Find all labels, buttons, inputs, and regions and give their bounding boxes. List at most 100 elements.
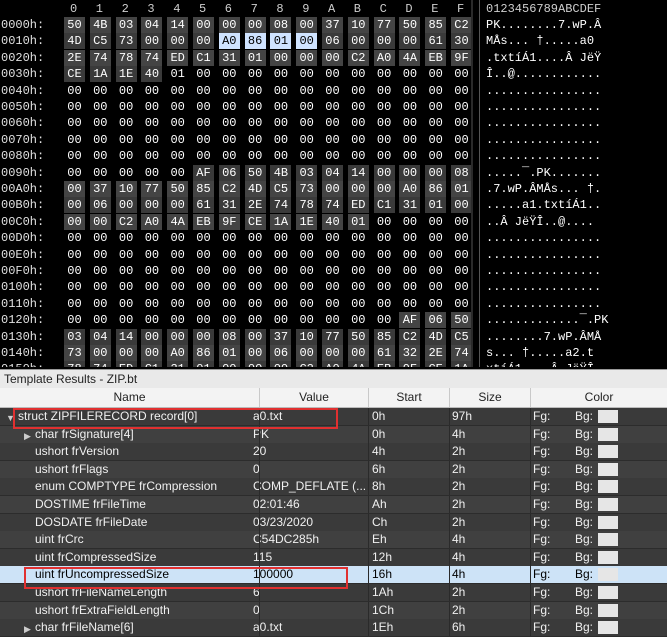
hex-byte[interactable]: 9F [451,49,472,66]
hex-row[interactable]: 0070h: 00 00 00 00 00 00 00 00 00 00 00 00 00 00 00 00..… [0,132,667,148]
hex-row[interactable]: 00D0h: 00 00 00 00 00 00 00 00 00 00 00 00 00 00 00 00..… [0,230,667,246]
hex-byte[interactable]: EB [193,213,214,230]
hex-byte[interactable]: 00 [399,132,420,148]
hex-byte[interactable]: 00 [115,197,137,214]
hex-byte[interactable]: 04 [89,328,111,345]
hex-byte[interactable]: 00 [193,296,214,312]
hex-byte[interactable]: 00 [219,247,240,263]
hex-byte[interactable]: 4D [244,181,266,197]
hex-byte[interactable]: 00 [322,230,343,246]
hex-byte[interactable]: 00 [167,247,188,263]
hex-byte[interactable]: 00 [373,181,395,197]
hex-byte[interactable]: 00 [399,83,420,99]
hex-row[interactable]: 0000h: 50 4B 03 04 14 00 00 00 08 00 37 10 77 50 85 C2 PK… [0,17,667,33]
template-struct-row[interactable]: ▼ struct ZIPFILERECORD record[0] a0.txt 0h 9… [0,408,667,426]
hex-byte[interactable]: 00 [193,312,214,328]
bg-color-swatch[interactable] [598,445,618,459]
hex-byte[interactable]: EB [373,361,395,367]
hex-byte[interactable]: 00 [245,263,266,279]
hex-byte[interactable]: 00 [322,181,343,197]
hex-byte[interactable]: 00 [90,148,111,164]
ascii-text[interactable]: ................ [486,83,601,99]
hex-byte[interactable]: 00 [115,345,137,361]
hex-byte[interactable]: 00 [425,279,446,295]
hex-byte[interactable]: 10 [347,17,369,33]
hex-byte[interactable]: 00 [141,115,162,131]
hex-byte[interactable]: 00 [374,279,395,295]
hex-byte[interactable]: AF [193,164,214,181]
hex-byte[interactable]: 50 [244,164,266,181]
hex-byte[interactable]: 00 [245,115,266,131]
hex-byte[interactable]: 00 [193,230,214,246]
hex-byte[interactable]: 00 [270,83,291,99]
hex-byte[interactable]: 00 [245,247,266,263]
hex-byte[interactable]: 00 [322,247,343,263]
hex-byte[interactable]: 04 [141,17,163,33]
hex-byte[interactable]: 00 [167,312,188,328]
hex-byte[interactable]: 00 [296,296,317,312]
hex-byte[interactable]: EB [425,49,447,66]
ascii-text[interactable]: ................ [486,230,601,246]
hex-byte[interactable]: 00 [116,132,137,148]
hex-byte[interactable]: 00 [374,99,395,115]
hex-byte[interactable]: 00 [270,49,292,66]
hex-byte[interactable]: 00 [90,132,111,148]
hex-byte[interactable]: 00 [244,328,266,345]
bg-color-swatch[interactable] [598,498,618,511]
hex-row[interactable]: 0150h: 78 74 ED C1 31 01 00 00 00 C2 A0 4A EB 9F CE 1A xt… [0,361,667,367]
hex-byte[interactable]: 00 [167,230,188,246]
hex-byte[interactable]: 00 [167,296,188,312]
hex-byte[interactable]: 00 [245,312,266,328]
hex-byte[interactable]: 00 [64,181,85,197]
hex-byte[interactable]: 00 [322,66,343,82]
hex-byte[interactable]: 06 [425,312,447,329]
hex-byte[interactable]: 00 [219,115,240,131]
hex-byte[interactable]: 00 [296,99,317,115]
hex-byte[interactable]: 00 [193,66,214,82]
hex-byte[interactable]: 00 [451,132,472,148]
hex-byte[interactable]: 50 [64,17,85,33]
expand-triangle-icon[interactable]: ▼ [6,413,15,423]
hex-byte[interactable]: 00 [245,296,266,312]
hex-byte[interactable]: 00 [193,33,214,50]
hex-byte[interactable]: 00 [425,230,446,246]
hex-byte[interactable]: 00 [90,83,111,99]
hex-byte[interactable]: 06 [218,164,240,181]
hex-byte[interactable]: 32 [399,345,421,361]
hex-byte[interactable]: 00 [322,132,343,148]
hex-byte[interactable]: 77 [373,17,395,33]
hex-byte[interactable]: A0 [399,181,421,197]
hex-byte[interactable]: 00 [296,17,318,33]
hex-byte[interactable]: 00 [348,230,369,246]
hex-byte[interactable]: 31 [218,197,240,214]
hex-byte[interactable]: 00 [245,132,266,148]
hex-byte[interactable]: 00 [270,361,292,367]
hex-byte[interactable]: 00 [193,328,214,345]
hex-byte[interactable]: 4A [399,49,421,66]
bg-color-swatch[interactable] [598,515,618,529]
hex-byte[interactable]: 74 [89,49,111,66]
hex-byte[interactable]: 00 [116,230,137,246]
hex-byte[interactable]: 00 [374,230,395,246]
hex-byte[interactable]: 00 [116,148,137,164]
hex-byte[interactable]: 00 [141,132,162,148]
hex-byte[interactable]: 00 [270,66,291,82]
column-header-start[interactable]: Start [369,388,450,407]
hex-byte[interactable]: 78 [296,197,318,214]
hex-byte[interactable]: 00 [399,99,420,115]
hex-byte[interactable]: 00 [245,148,266,164]
hex-byte[interactable]: 40 [322,213,343,230]
bg-color-swatch[interactable] [598,480,618,494]
hex-byte[interactable]: 00 [193,99,214,115]
hex-byte[interactable]: 00 [374,263,395,279]
ascii-text[interactable]: ................ [486,279,601,295]
hex-byte[interactable]: 08 [270,17,292,33]
hex-byte[interactable]: 00 [193,132,214,148]
hex-byte[interactable]: 00 [322,49,343,66]
hex-byte[interactable]: 00 [374,247,395,263]
hex-byte[interactable]: 00 [374,115,395,131]
hex-byte[interactable]: 00 [348,99,369,115]
hex-byte[interactable]: 00 [296,230,317,246]
hex-byte[interactable]: 00 [64,197,85,214]
hex-byte[interactable]: 00 [64,213,85,230]
